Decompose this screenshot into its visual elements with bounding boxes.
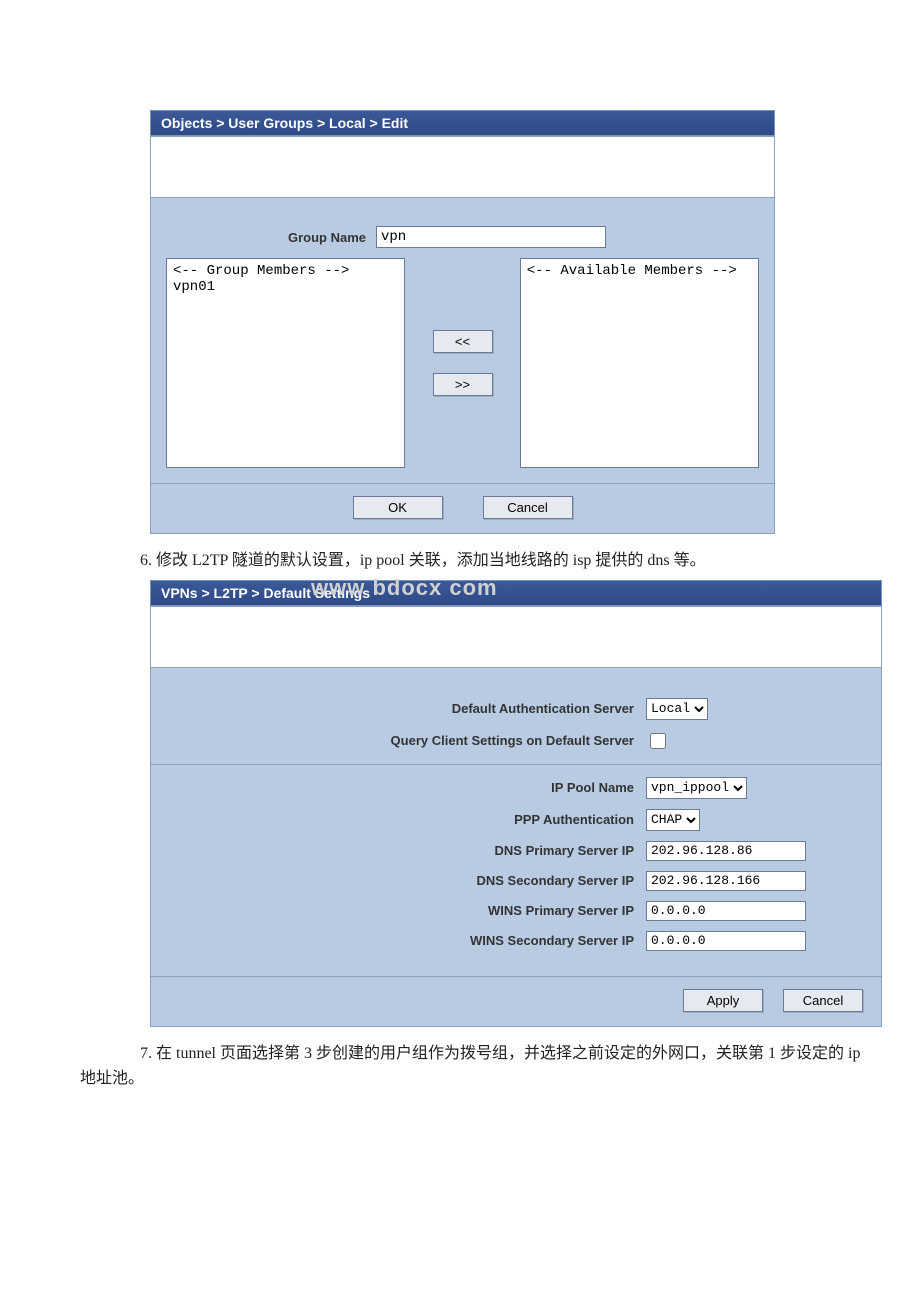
move-right-button[interactable]: >> [433, 373, 493, 396]
step7-text: 7. 在 tunnel 页面选择第 3 步创建的用户组作为拨号组，并选择之前设定… [80, 1045, 860, 1088]
ip-pool-select[interactable]: vpn_ippool [646, 777, 747, 799]
breadcrumb-objects: Objects > User Groups > Local > Edit [150, 110, 775, 136]
ppp-auth-label: PPP Authentication [166, 812, 646, 827]
dns-primary-label: DNS Primary Server IP [166, 843, 646, 858]
wins-secondary-label: WINS Secondary Server IP [166, 933, 646, 948]
group-members-header: <-- Group Members --> [173, 263, 349, 279]
wins-primary-label: WINS Primary Server IP [166, 903, 646, 918]
ppp-auth-select[interactable]: CHAP [646, 809, 700, 831]
group-name-input[interactable] [376, 226, 606, 248]
ip-pool-label: IP Pool Name [166, 780, 646, 795]
move-left-button[interactable]: << [433, 330, 493, 353]
ok-button[interactable]: OK [353, 496, 443, 519]
watermark: www bdocx com [311, 575, 498, 601]
dns-secondary-input[interactable] [646, 871, 806, 891]
dns-secondary-label: DNS Secondary Server IP [166, 873, 646, 888]
dns-primary-input[interactable] [646, 841, 806, 861]
available-members-header: <-- Available Members --> [527, 263, 737, 279]
group-name-label: Group Name [226, 230, 376, 245]
auth-server-label: Default Authentication Server [166, 701, 646, 716]
query-client-checkbox[interactable] [650, 733, 666, 749]
available-members-listbox[interactable]: <-- Available Members --> [520, 258, 759, 468]
group-member-item[interactable]: vpn01 [173, 279, 215, 295]
auth-server-select[interactable]: Local [646, 698, 708, 720]
breadcrumb-vpns: VPNs > L2TP > Default Settings www bdocx… [150, 580, 882, 606]
wins-primary-input[interactable] [646, 901, 806, 921]
apply-button[interactable]: Apply [683, 989, 763, 1012]
cancel-button[interactable]: Cancel [483, 496, 573, 519]
cancel-button-2[interactable]: Cancel [783, 989, 863, 1012]
step6-text: 6. 修改 L2TP 隧道的默认设置，ip pool 关联，添加当地线路的 is… [140, 552, 706, 569]
group-members-listbox[interactable]: <-- Group Members --> vpn01 [166, 258, 405, 468]
query-client-label: Query Client Settings on Default Server [166, 733, 646, 748]
wins-secondary-input[interactable] [646, 931, 806, 951]
